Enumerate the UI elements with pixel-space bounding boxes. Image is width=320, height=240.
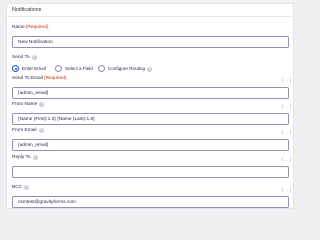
bcc-input[interactable]: csmtest@gravityforms.com: [12, 196, 289, 208]
help-icon[interactable]: ?: [147, 66, 153, 72]
reply-to-label-text: Reply To: [12, 155, 31, 160]
notifications-panel: Notifications Name(Required) New Notific…: [6, 3, 294, 209]
from-email-label: From Email?: [12, 128, 44, 133]
name-input[interactable]: New Notification: [12, 36, 289, 48]
name-input-value: New Notification: [18, 40, 53, 45]
bcc-label: BCC?: [12, 185, 30, 190]
radio-label-enter-email: Enter Email: [22, 65, 46, 71]
send-to-email-required-indicator: (Required): [43, 76, 67, 81]
radio-button[interactable]: [98, 65, 105, 72]
help-icon[interactable]: ?: [32, 155, 38, 160]
radio-label-select-field: Select a Field: [65, 65, 93, 71]
from-email-label-text: From Email: [12, 128, 37, 133]
name-label: Name(Required): [12, 25, 48, 30]
panel-title: Notifications: [12, 7, 42, 13]
help-icon[interactable]: ?: [31, 55, 37, 60]
merge-tag-icon[interactable]: {..}: [281, 105, 292, 111]
send-to-label: Send To?: [12, 55, 37, 60]
help-icon[interactable]: ?: [38, 128, 44, 133]
merge-tag-icon[interactable]: {..}: [281, 188, 292, 194]
from-name-label-text: From Name: [12, 102, 38, 107]
bcc-value: csmtest@gravityforms.com: [18, 200, 76, 205]
name-label-text: Name: [12, 25, 25, 30]
panel-header: Notifications: [7, 4, 293, 17]
merge-tag-icon[interactable]: {..}: [281, 79, 292, 85]
reply-to-input[interactable]: [12, 166, 289, 178]
from-name-input[interactable]: {Name (First):1.3} {Name (Last):1.6}: [12, 113, 289, 125]
radio-button-selected[interactable]: [12, 65, 19, 72]
help-icon[interactable]: ?: [39, 102, 45, 107]
from-name-label: From Name?: [12, 102, 45, 107]
from-email-input[interactable]: {admin_email}: [12, 139, 289, 151]
reply-to-label: Reply To?: [12, 155, 38, 160]
configure-routing-text: Configure Routing: [108, 65, 146, 71]
help-icon[interactable]: ?: [24, 185, 30, 190]
send-to-email-input[interactable]: {admin_email}: [12, 87, 289, 99]
bcc-label-text: BCC: [12, 185, 23, 190]
radio-label-configure-routing: Configure Routing?: [108, 65, 153, 72]
send-to-email-label-text: Send To Email: [12, 76, 43, 81]
name-required-indicator: (Required): [25, 25, 49, 30]
send-to-email-label: Send To Email(Required): [12, 76, 67, 81]
merge-tag-icon[interactable]: {..}: [281, 131, 292, 137]
send-to-radio-group: Enter Email Select a Field Configure Rou…: [12, 64, 212, 73]
radio-button[interactable]: [55, 65, 62, 72]
merge-tag-icon[interactable]: {..}: [281, 158, 292, 164]
send-to-label-text: Send To: [12, 55, 30, 60]
from-email-value: {admin_email}: [18, 143, 49, 148]
send-to-email-value: {admin_email}: [18, 91, 49, 96]
from-name-value: {Name (First):1.3} {Name (Last):1.6}: [18, 117, 95, 122]
